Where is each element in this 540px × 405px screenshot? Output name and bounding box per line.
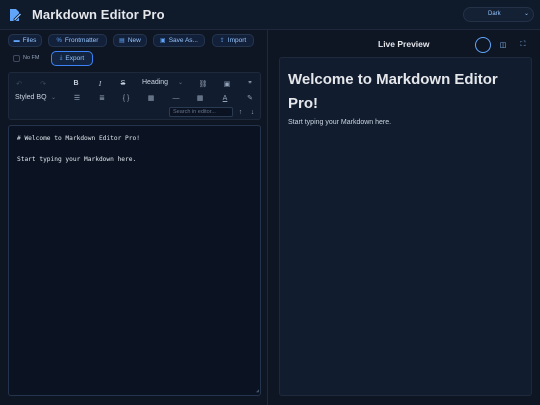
text-color-icon[interactable]: A (220, 93, 230, 103)
document-edit-icon (10, 9, 22, 21)
save-as-button[interactable]: ▣ Save As... (153, 34, 205, 47)
highlight-icon[interactable]: ✎ (245, 93, 255, 103)
editor-line: Start typing your Markdown here. (17, 156, 137, 163)
save-as-button-label: Save As... (168, 37, 198, 44)
editor-search-input[interactable]: Search in editor... (169, 107, 233, 117)
numbered-list-icon[interactable]: ≣ (97, 93, 107, 103)
app-title: Markdown Editor Pro (32, 7, 165, 22)
new-button-label: New (127, 37, 141, 44)
files-button-label: Files (22, 37, 37, 44)
live-preview-pane: Welcome to Markdown Editor Pro! Start ty… (279, 57, 532, 396)
export-button-label: Export (65, 55, 85, 62)
top-bar: Markdown Editor Pro Dark ⌄ (0, 0, 540, 30)
import-button-label: Import (227, 37, 247, 44)
chevron-down-icon: ⌄ (51, 95, 57, 101)
upload-icon: ⇪ (219, 38, 225, 44)
preview-title: Live Preview (378, 39, 430, 49)
bullet-list-icon[interactable]: ☰ (72, 93, 82, 103)
no-frontmatter-label: No FM (23, 55, 40, 61)
code-block-icon[interactable]: ▦ (146, 93, 156, 103)
chevron-down-icon: ⌄ (524, 11, 530, 17)
export-button[interactable]: ⤓ Export (51, 51, 93, 66)
new-file-icon: ▤ (119, 38, 125, 44)
preview-heading: Welcome to Markdown Editor Pro! (288, 71, 498, 112)
preview-paragraph: Start typing your Markdown here. (288, 119, 392, 126)
undo-icon[interactable]: ↶ (14, 79, 24, 88)
frontmatter-button-label: Frontmatter (64, 37, 99, 44)
strikethrough-icon[interactable]: S (118, 79, 128, 88)
pane-divider[interactable] (267, 30, 268, 405)
resize-handle-icon[interactable]: ◢ (256, 388, 259, 394)
horizontal-rule-icon[interactable]: — (171, 93, 181, 103)
frontmatter-icon: % (56, 37, 62, 44)
folder-icon: ▬ (13, 37, 20, 44)
search-next-icon[interactable]: ↓ (248, 107, 257, 117)
split-view-icon[interactable]: ◫ (495, 37, 511, 53)
blockquote-style-select[interactable]: Styled BQ (15, 94, 47, 101)
chevron-down-icon: ⌄ (178, 80, 184, 86)
code-icon[interactable]: { } (120, 93, 132, 103)
no-frontmatter-checkbox[interactable] (13, 55, 20, 62)
fullscreen-icon[interactable]: ⛶ (515, 37, 531, 53)
image-icon[interactable]: ▣ (222, 79, 232, 88)
import-button[interactable]: ⇪ Import (212, 34, 254, 47)
italic-icon[interactable]: I (95, 79, 105, 88)
theme-select-value: Dark (488, 11, 501, 17)
theme-select[interactable]: Dark ⌄ (463, 7, 534, 22)
frontmatter-button[interactable]: % Frontmatter (48, 34, 107, 47)
search-prev-icon[interactable]: ↑ (236, 107, 245, 117)
redo-icon[interactable]: ↷ (38, 79, 48, 88)
download-icon: ⤓ (59, 55, 63, 61)
editor-line: # Welcome to Markdown Editor Pro! (17, 135, 140, 142)
quote-icon[interactable]: ❞ (245, 79, 255, 88)
heading-select[interactable]: Heading (142, 79, 168, 86)
bold-icon[interactable]: B (71, 79, 81, 88)
files-button[interactable]: ▬ Files (8, 34, 42, 47)
save-icon: ▣ (160, 38, 166, 44)
sync-scroll-toggle[interactable] (475, 37, 491, 53)
new-button[interactable]: ▤ New (113, 34, 147, 47)
table-icon[interactable]: ▦ (195, 93, 205, 103)
link-icon[interactable]: ⛓ (198, 79, 208, 88)
markdown-editor[interactable]: # Welcome to Markdown Editor Pro! Start … (8, 125, 261, 396)
